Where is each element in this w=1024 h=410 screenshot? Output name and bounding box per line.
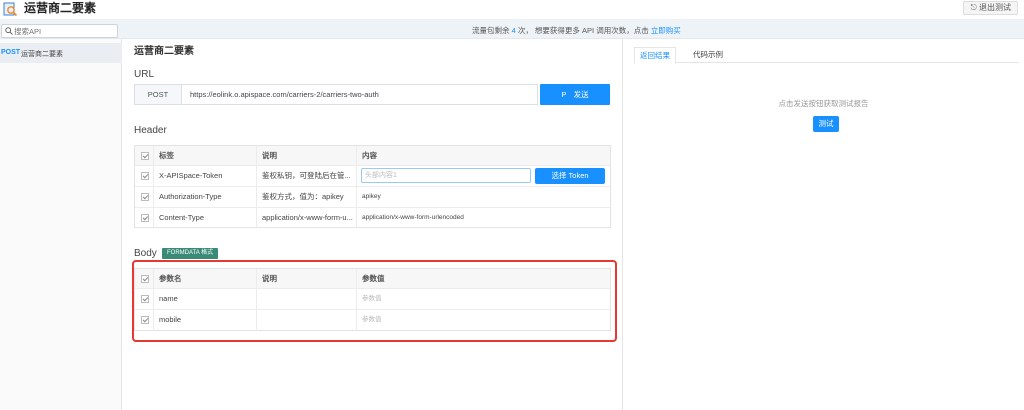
- table-header-row: 参数名 说明 参数值: [135, 269, 610, 289]
- send-button[interactable]: P 发送: [540, 84, 610, 105]
- tab-result[interactable]: 返回结果: [634, 47, 676, 64]
- row-checkbox[interactable]: [141, 193, 149, 201]
- row-checkbox[interactable]: [141, 316, 149, 324]
- magnifier-logo-icon: [3, 2, 18, 17]
- result-tabs: 返回结果 代码示例: [634, 47, 1019, 64]
- sidebar-item-carrier-auth[interactable]: POST 运营商二要素: [0, 43, 122, 63]
- table-header-row: 标签 说明 内容: [135, 146, 610, 166]
- column-header: 参数名: [154, 269, 257, 288]
- param-name: name: [154, 289, 257, 309]
- header-desc: 鉴权方式，值为：apikey: [257, 187, 357, 207]
- table-row: Authorization-Type 鉴权方式，值为：apikey apikey: [135, 187, 610, 208]
- app-title: 运营商二要素: [24, 1, 97, 15]
- top-bar: 运营商二要素 ⎋ 退出测试: [0, 0, 1024, 19]
- url-bar: POST https://eolink.o.apispace.com/carri…: [134, 84, 538, 105]
- result-panel: 返回结果 代码示例 点击发送按钮获取测试报告 测试: [622, 39, 1024, 410]
- column-header: 说明: [257, 269, 357, 288]
- param-name: mobile: [154, 310, 257, 331]
- table-row: mobile 参数值: [135, 310, 610, 331]
- column-header: 说明: [257, 146, 357, 165]
- param-value-input[interactable]: 参数值: [357, 289, 610, 309]
- buy-now-link[interactable]: 立即购买: [651, 26, 681, 35]
- select-all-checkbox[interactable]: [141, 152, 149, 160]
- search-box[interactable]: [1, 24, 118, 38]
- tab-code-sample[interactable]: 代码示例: [688, 47, 728, 63]
- row-checkbox[interactable]: [141, 295, 149, 303]
- body-table: 参数名 说明 参数值 name 参数值 mobile 参数值: [134, 268, 611, 331]
- exit-label: 退出测试: [979, 3, 1011, 12]
- header-desc: 鉴权私钥，可登陆后在管...: [257, 166, 357, 186]
- url-field[interactable]: https://eolink.o.apispace.com/carriers-2…: [190, 85, 379, 104]
- body-section-label: Body: [134, 248, 157, 259]
- sidebar-item-method: POST: [1, 49, 21, 56]
- sidebar: POST 运营商二要素: [0, 39, 122, 410]
- formdata-badge[interactable]: FORMDATA 格式: [162, 248, 219, 259]
- main-panel: 运营商二要素 URL POST https://eolink.o.apispac…: [123, 39, 621, 410]
- row-checkbox[interactable]: [141, 214, 149, 222]
- table-row: X-APISpace-Token 鉴权私钥，可登陆后在管... 头部内容1 选择…: [135, 166, 610, 187]
- column-header: 标签: [154, 146, 257, 165]
- url-method[interactable]: POST: [135, 85, 182, 104]
- notice-prefix: 流量包剩余: [472, 26, 512, 35]
- header-section-label: Header: [134, 125, 167, 136]
- select-all-checkbox[interactable]: [141, 275, 149, 283]
- param-desc: [257, 310, 357, 331]
- sidebar-item-label: 运营商二要素: [21, 51, 63, 58]
- column-header: 参数值: [362, 274, 385, 283]
- notice-text: 流量包剩余 4 次， 想要获得更多 API 调用次数，点击 立即购买: [472, 25, 681, 36]
- header-tag: Content-Type: [154, 208, 257, 228]
- header-desc: application/x-www-form-u...: [257, 208, 357, 228]
- table-row: name 参数值: [135, 289, 610, 310]
- exit-test-button[interactable]: ⎋ 退出测试: [963, 1, 1018, 15]
- notice-middle: 次， 想要获得更多 API 调用次数，点击: [515, 26, 651, 35]
- column-header: 内容: [362, 151, 377, 160]
- search-input[interactable]: [14, 26, 114, 36]
- header-tag: Authorization-Type: [154, 187, 257, 207]
- param-desc: [257, 289, 357, 309]
- header-value: application/x-www-form-urlencoded: [362, 214, 464, 221]
- table-row: Content-Type application/x-www-form-u...…: [135, 208, 610, 228]
- header-tag: X-APISpace-Token: [154, 166, 257, 186]
- search-icon: [5, 27, 13, 35]
- url-section-label: URL: [134, 69, 155, 80]
- token-value-input[interactable]: 头部内容1: [361, 168, 531, 183]
- header-table: 标签 说明 内容 X-APISpace-Token 鉴权私钥，可登陆后在管...…: [134, 145, 611, 228]
- header-value: apikey: [362, 193, 381, 200]
- param-value-input[interactable]: 参数值: [357, 310, 610, 331]
- page-title: 运营商二要素: [134, 46, 194, 57]
- row-checkbox[interactable]: [141, 172, 149, 180]
- result-hint: 点击发送按钮获取测试报告: [778, 99, 869, 108]
- exit-icon: ⎋: [970, 3, 977, 12]
- notice-bar: 流量包剩余 4 次， 想要获得更多 API 调用次数，点击 立即购买: [0, 19, 1024, 39]
- test-button[interactable]: 测试: [813, 116, 839, 132]
- select-token-button[interactable]: 选择 Token: [535, 168, 605, 184]
